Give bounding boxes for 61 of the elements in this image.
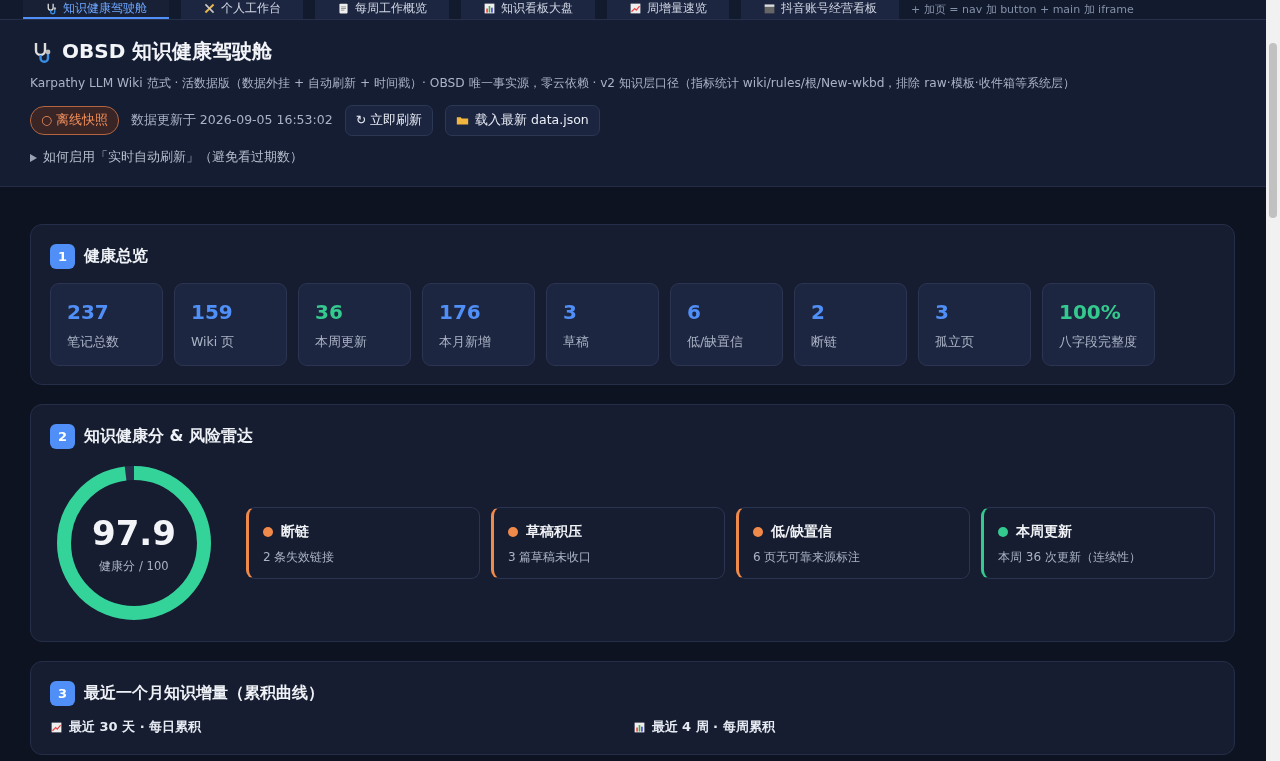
- risk-detail: 本周 36 次更新（连续性）: [998, 549, 1142, 566]
- stat-value: 36: [315, 300, 344, 324]
- section-title: 健康总览: [84, 246, 148, 267]
- status-badge: ○ 离线快照: [30, 106, 119, 135]
- add-page-hint: + 加页 = nav 加 button + main 加 iframe: [911, 2, 1134, 17]
- nav-tab[interactable]: 个人工作台: [181, 0, 303, 19]
- stat-label: Wiki 页: [191, 334, 236, 351]
- risk-detail: 3 篇草稿未收口: [508, 549, 593, 566]
- load-button[interactable]: 载入最新 data.json: [445, 105, 600, 136]
- section-title: 知识健康分 & 风险雷达: [84, 426, 254, 447]
- stat-label: 孤立页: [935, 334, 975, 351]
- nav-tab[interactable]: 抖音账号经营看板: [741, 0, 899, 19]
- stat-value: 159: [191, 300, 234, 324]
- disclosure-toggle[interactable]: 如何启用「实时自动刷新」（避免看过期数）: [30, 149, 1236, 166]
- score-value: 97.9: [92, 512, 176, 553]
- stat-value: 3: [935, 300, 950, 324]
- stat-label: 断链: [811, 334, 838, 351]
- document-icon: [337, 2, 350, 15]
- stat-value: 3: [563, 300, 578, 324]
- section-number: 2: [50, 424, 75, 449]
- stat-value: 2: [811, 300, 826, 324]
- tools-icon: [203, 2, 216, 15]
- bar-chart-icon: [632, 720, 646, 734]
- clapperboard-icon: [763, 2, 776, 15]
- subtitle: Karpathy LLM Wiki 范式 · 活数据版（数据外挂 + 自动刷新 + 时间戳）· OBSD 唯一事实源，零云依赖 · v2 知识层口径（指标统计 wiki/rules/根/New-wkbd，排除 raw·模板·收件箱等系统层）: [30, 75, 1076, 92]
- nav-tab[interactable]: 知识看板大盘: [461, 0, 595, 19]
- stat-label: 本月新增: [439, 334, 492, 351]
- stat-label: 笔记总数: [67, 334, 120, 351]
- risk-detail: 6 页无可靠来源标注: [753, 549, 862, 566]
- stat-label: 本周更新: [315, 334, 368, 351]
- nav-tab[interactable]: 知识健康驾驶舱: [23, 0, 169, 19]
- stat-value: 237: [67, 300, 110, 324]
- bar-chart-icon: [483, 2, 496, 15]
- trend-chart-icon: [50, 720, 63, 734]
- scrollbar[interactable]: [1266, 0, 1280, 761]
- trend-chart-icon: [629, 2, 642, 15]
- section-title: 最近一个月知识增量（累积曲线）: [84, 683, 324, 704]
- folder-icon: [456, 114, 470, 127]
- risk-title: 草稿积压: [526, 523, 582, 541]
- risk-title: 低/缺置信: [771, 523, 832, 541]
- stat-label: 低/缺置信: [687, 334, 745, 351]
- refresh-button[interactable]: ↻ 立即刷新: [344, 105, 434, 136]
- page-title: OBSD 知识健康驾驶舱: [62, 38, 273, 65]
- section-number: 3: [50, 681, 75, 706]
- stethoscope-icon: [45, 2, 58, 15]
- risk-title: 本周更新: [1016, 523, 1072, 541]
- stat-value: 176: [439, 300, 482, 324]
- nav-tab[interactable]: 每周工作概览: [315, 0, 449, 19]
- stat-value: 100%: [1059, 300, 1122, 324]
- score-caption: 健康分 / 100: [99, 558, 169, 574]
- stat-label: 草稿: [563, 334, 590, 351]
- chart-heading: 最近 4 周 · 每周累积: [651, 718, 775, 736]
- nav-tab[interactable]: 周增量速览: [607, 0, 729, 19]
- risk-detail: 2 条失效链接: [263, 549, 336, 566]
- section-number: 1: [50, 244, 75, 269]
- triangle-icon: [30, 153, 37, 162]
- stat-value: 6: [687, 300, 702, 324]
- stat-label: 八字段完整度: [1059, 334, 1138, 351]
- risk-title: 断链: [281, 523, 309, 541]
- chart-heading: 最近 30 天 · 每日累积: [69, 718, 202, 736]
- update-time: 数据更新于 2026-09-05 16:53:02: [130, 112, 333, 129]
